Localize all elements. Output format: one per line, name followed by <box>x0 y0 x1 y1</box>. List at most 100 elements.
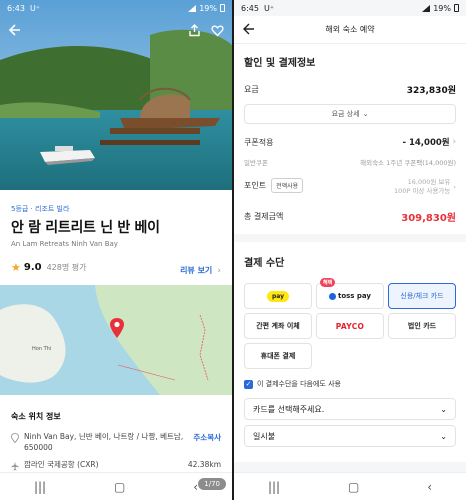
android-nav-bar: ||| ▢ ‹ <box>234 472 466 500</box>
card-select-dropdown[interactable]: 카드를 선택해주세요. ⌄ <box>244 398 456 421</box>
chevron-down-icon: ⌄ <box>362 110 369 118</box>
status-time: 6:45 <box>241 3 259 13</box>
review-link[interactable]: 리뷰 보기 › <box>180 258 221 277</box>
home-icon[interactable]: ▢ <box>114 480 125 494</box>
carrier-label: U⁺ <box>29 3 41 13</box>
point-note: 100P 이상 사용가능 <box>394 187 451 196</box>
address-row: Ninh Van Bay, 닌반 베이, 나트랑 / 나짱, 베트남, 6500… <box>11 432 221 454</box>
copy-address-button[interactable]: 주소복사 <box>193 432 221 443</box>
total-label: 총 결제금액 <box>244 212 284 222</box>
pricing-title: 할인 및 결제정보 <box>244 58 316 69</box>
hotel-info: 5등급 · 리조트 빌라 안 람 리트리트 닌 반 베이 An Lam Retr… <box>0 190 232 282</box>
installment-value: 일시불 <box>253 431 276 441</box>
location-title: 숙소 위치 정보 <box>11 412 61 421</box>
coupon-row[interactable]: 쿠폰적용 - 14,000원 › <box>244 136 456 148</box>
map-pin-icon <box>110 318 124 338</box>
checkbox-checked-icon: ✓ <box>244 379 253 389</box>
card-select-value: 카드를 선택해주세요. <box>253 404 325 414</box>
credit-card-label: 신용/체크 카드 <box>400 292 444 301</box>
chevron-down-icon: ⌄ <box>440 404 447 414</box>
kakaopay-logo: pay <box>266 290 290 302</box>
rating-score: 9.0 <box>23 262 42 273</box>
location-map[interactable]: Hon Thi <box>0 285 232 395</box>
bank-transfer-button[interactable]: 간편 계좌 이체 <box>244 313 312 340</box>
airplane-icon <box>11 461 19 471</box>
total-value: 309,830원 <box>401 213 456 225</box>
review-count: 428명 평가 <box>46 263 87 272</box>
fee-value: 323,830원 <box>406 86 456 96</box>
address-text: Ninh Van Bay, 닌반 베이, 나트랑 / 나짱, 베트남, 6500… <box>24 432 184 452</box>
coupon-value: - 14,000원 <box>402 138 450 148</box>
hotel-name-en: An Lam Retreats Ninh Van Bay <box>11 240 118 248</box>
phone-payment-label: 휴대폰 결제 <box>260 352 296 361</box>
chevron-right-icon[interactable]: › <box>453 183 456 192</box>
phone-payment-button[interactable]: 휴대폰 결제 <box>244 343 312 370</box>
point-row: 포인트 전액사용 16,000원 보유 100P 이상 사용가능 › <box>244 178 456 196</box>
total-row: 총 결제금액 309,830원 <box>244 209 456 224</box>
credit-card-button[interactable]: 신용/체크 카드 <box>388 283 456 310</box>
point-label: 포인트 <box>244 181 267 190</box>
review-link-label: 리뷰 보기 <box>180 266 213 275</box>
price-detail-label: 요금 상세 <box>331 110 360 118</box>
airport-text: 깜라인 국제공항 (CXR) <box>24 459 99 469</box>
payment-title: 결제 수단 <box>244 258 285 270</box>
rating-row: ★ 9.0 428명 평가 리뷰 보기 › <box>11 258 221 277</box>
kakaopay-button[interactable]: pay <box>244 283 312 310</box>
general-coupon-row: 일반쿠폰 해외숙소 1주년 쿠폰팩(14,000원) <box>244 157 456 167</box>
hero-toolbar <box>0 18 232 42</box>
carrier-label: U⁺ <box>263 3 275 13</box>
general-coupon-value: 해외숙소 1주년 쿠폰팩(14,000원) <box>360 159 456 167</box>
airport-row: 깜라인 국제공항 (CXR) 42.38km <box>11 460 221 471</box>
tosspay-button[interactable]: 혜택 toss pay <box>316 278 384 310</box>
hotel-grade: 5등급 · 리조트 빌라 <box>11 205 70 213</box>
pricing-section: 할인 및 결제정보 요금 323,830원 요금 상세 ⌄ 쿠폰적용 - 14,… <box>234 44 466 235</box>
payco-logo: PAYCO <box>335 321 365 331</box>
share-icon[interactable] <box>188 23 201 37</box>
tosspay-label: toss pay <box>337 292 371 301</box>
installment-dropdown[interactable]: 일시불 ⌄ <box>244 425 456 448</box>
chevron-right-icon: › <box>217 266 221 276</box>
chevron-down-icon: ⌄ <box>440 431 447 441</box>
status-time: 6:43 <box>7 3 25 13</box>
fee-label: 요금 <box>244 85 259 94</box>
location-info: 숙소 위치 정보 Ninh Van Bay, 닌반 베이, 나트랑 / 나짱, … <box>0 395 232 471</box>
photo-counter: 1/70 <box>198 478 226 490</box>
payment-method-section: 결제 수단 pay 혜택 toss pay 신용/체크 카드 간편 계좌 이체 … <box>234 242 466 463</box>
map-place-label: Hon Thi <box>32 346 51 352</box>
battery-percent: 19% <box>199 3 217 13</box>
corporate-card-label: 법인 카드 <box>407 322 437 331</box>
back-icon[interactable]: ‹ <box>427 480 432 494</box>
recent-apps-icon[interactable]: ||| <box>34 480 46 494</box>
fee-row: 요금 323,830원 <box>244 83 456 96</box>
status-bar: 6:45 U⁺ 19% <box>234 0 466 16</box>
page-title: 해외 숙소 예약 <box>325 25 375 34</box>
hotel-name: 안 람 리트리트 닌 반 베이 <box>11 220 160 236</box>
coupon-label: 쿠폰적용 <box>244 137 274 147</box>
use-all-points-button[interactable]: 전액사용 <box>271 178 304 193</box>
payment-screen: 6:45 U⁺ 19% 해외 숙소 예약 할인 및 결제정보 요금 323,83… <box>234 0 466 500</box>
star-icon: ★ <box>11 261 21 274</box>
airport-distance: 42.38km <box>187 459 221 469</box>
corporate-card-button[interactable]: 법인 카드 <box>388 313 456 340</box>
payco-button[interactable]: PAYCO <box>316 313 384 340</box>
payment-body: 할인 및 결제정보 요금 323,830원 요금 상세 ⌄ 쿠폰적용 - 14,… <box>234 44 466 472</box>
remember-method-checkbox[interactable]: ✓ 이 결제수단을 다음에도 사용 <box>244 379 456 389</box>
page-header: 해외 숙소 예약 <box>234 16 466 44</box>
payment-method-grid: pay 혜택 toss pay 신용/체크 카드 간편 계좌 이체 PAYCO … <box>244 278 456 370</box>
battery-icon <box>454 4 459 12</box>
back-arrow-icon[interactable] <box>242 22 256 36</box>
battery-icon <box>220 4 225 12</box>
back-arrow-icon[interactable] <box>8 23 22 37</box>
price-detail-button[interactable]: 요금 상세 ⌄ <box>244 104 456 124</box>
heart-icon[interactable] <box>211 24 224 37</box>
chevron-right-icon: › <box>452 137 456 147</box>
toss-logo-icon <box>328 292 336 300</box>
recent-apps-icon[interactable]: ||| <box>268 480 280 494</box>
signal-icon <box>422 4 431 12</box>
remember-method-label: 이 결제수단을 다음에도 사용 <box>257 380 341 389</box>
hotel-detail-screen: 6:43 U⁺ 19% 1/70 5등급 · 리조트 빌라 안 람 리트리트 닌… <box>0 0 232 500</box>
home-icon[interactable]: ▢ <box>348 480 359 494</box>
android-nav-bar: ||| ▢ ‹ <box>0 472 232 500</box>
battery-percent: 19% <box>433 3 451 13</box>
point-balance: 16,000원 보유 <box>407 178 451 186</box>
